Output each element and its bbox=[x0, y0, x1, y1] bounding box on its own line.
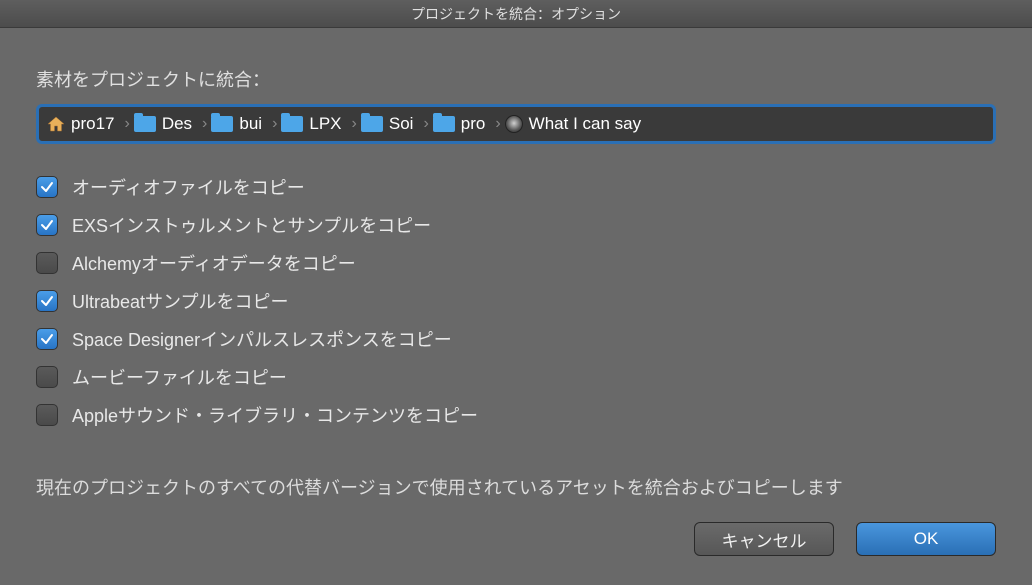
check-row-exs: EXSインストゥルメントとサンプルをコピー bbox=[36, 206, 996, 244]
chevron-right-icon: › bbox=[266, 115, 277, 133]
check-label: Ultrabeatサンプルをコピー bbox=[72, 288, 289, 314]
breadcrumb-label: Des bbox=[162, 114, 192, 134]
checklist: オーディオファイルをコピー EXSインストゥルメントとサンプルをコピー Alch… bbox=[36, 168, 996, 434]
breadcrumb-label: bui bbox=[239, 114, 262, 134]
chevron-right-icon: › bbox=[417, 115, 428, 133]
checkbox-exs[interactable] bbox=[36, 214, 58, 236]
breadcrumb-item[interactable]: Des bbox=[130, 114, 196, 134]
check-row-apple-sound: Appleサウンド・ライブラリ・コンテンツをコピー bbox=[36, 396, 996, 434]
home-icon bbox=[47, 116, 65, 132]
chevron-right-icon: › bbox=[489, 115, 500, 133]
checkbox-audio-files[interactable] bbox=[36, 176, 58, 198]
check-label: Appleサウンド・ライブラリ・コンテンツをコピー bbox=[72, 402, 478, 428]
breadcrumb-label: pro17 bbox=[71, 114, 114, 134]
checkbox-ultrabeat[interactable] bbox=[36, 290, 58, 312]
chevron-right-icon: › bbox=[196, 115, 207, 133]
description-text: 現在のプロジェクトのすべての代替バージョンで使用されているアセットを統合およびコ… bbox=[36, 474, 996, 500]
cancel-button[interactable]: キャンセル bbox=[694, 522, 834, 556]
check-row-ultrabeat: Ultrabeatサンプルをコピー bbox=[36, 282, 996, 320]
breadcrumb-label: Soi bbox=[389, 114, 414, 134]
check-label: Alchemyオーディオデータをコピー bbox=[72, 250, 356, 276]
breadcrumb-label: LPX bbox=[309, 114, 341, 134]
window-title: プロジェクトを統合：オプション bbox=[411, 4, 621, 24]
check-row-space-designer: Space Designerインパルスレスポンスをコピー bbox=[36, 320, 996, 358]
breadcrumb-label: pro bbox=[461, 114, 486, 134]
check-row-audio-files: オーディオファイルをコピー bbox=[36, 168, 996, 206]
breadcrumb-label: What I can say bbox=[529, 114, 641, 134]
ok-button[interactable]: OK bbox=[856, 522, 996, 556]
breadcrumb-item-file[interactable]: What I can say bbox=[501, 114, 645, 134]
folder-icon bbox=[211, 116, 233, 132]
check-label: EXSインストゥルメントとサンプルをコピー bbox=[72, 212, 431, 238]
check-label: ムービーファイルをコピー bbox=[72, 364, 287, 390]
checkbox-alchemy[interactable] bbox=[36, 252, 58, 274]
section-label: 素材をプロジェクトに統合： bbox=[36, 66, 996, 92]
folder-icon bbox=[281, 116, 303, 132]
chevron-right-icon: › bbox=[346, 115, 357, 133]
checkbox-movie[interactable] bbox=[36, 366, 58, 388]
folder-icon bbox=[433, 116, 455, 132]
check-label: Space Designerインパルスレスポンスをコピー bbox=[72, 326, 452, 352]
dialog-content: 素材をプロジェクトに統合： pro17 › Des › bui › LPX › … bbox=[0, 28, 1032, 556]
breadcrumb-item-home[interactable]: pro17 bbox=[43, 114, 118, 134]
folder-icon bbox=[361, 116, 383, 132]
breadcrumb-item[interactable]: bui bbox=[207, 114, 266, 134]
titlebar: プロジェクトを統合：オプション bbox=[0, 0, 1032, 28]
check-row-alchemy: Alchemyオーディオデータをコピー bbox=[36, 244, 996, 282]
ok-button-label: OK bbox=[914, 529, 939, 549]
document-icon bbox=[505, 115, 523, 133]
breadcrumb-item[interactable]: LPX bbox=[277, 114, 345, 134]
check-row-movie: ムービーファイルをコピー bbox=[36, 358, 996, 396]
check-label: オーディオファイルをコピー bbox=[72, 174, 305, 200]
chevron-right-icon: › bbox=[118, 115, 129, 133]
checkbox-space-designer[interactable] bbox=[36, 328, 58, 350]
button-row: キャンセル OK bbox=[36, 522, 996, 556]
breadcrumb-item[interactable]: Soi bbox=[357, 114, 418, 134]
checkbox-apple-sound[interactable] bbox=[36, 404, 58, 426]
cancel-button-label: キャンセル bbox=[722, 527, 807, 552]
folder-icon bbox=[134, 116, 156, 132]
breadcrumb-item[interactable]: pro bbox=[429, 114, 490, 134]
breadcrumb[interactable]: pro17 › Des › bui › LPX › Soi › pro › bbox=[36, 104, 996, 144]
